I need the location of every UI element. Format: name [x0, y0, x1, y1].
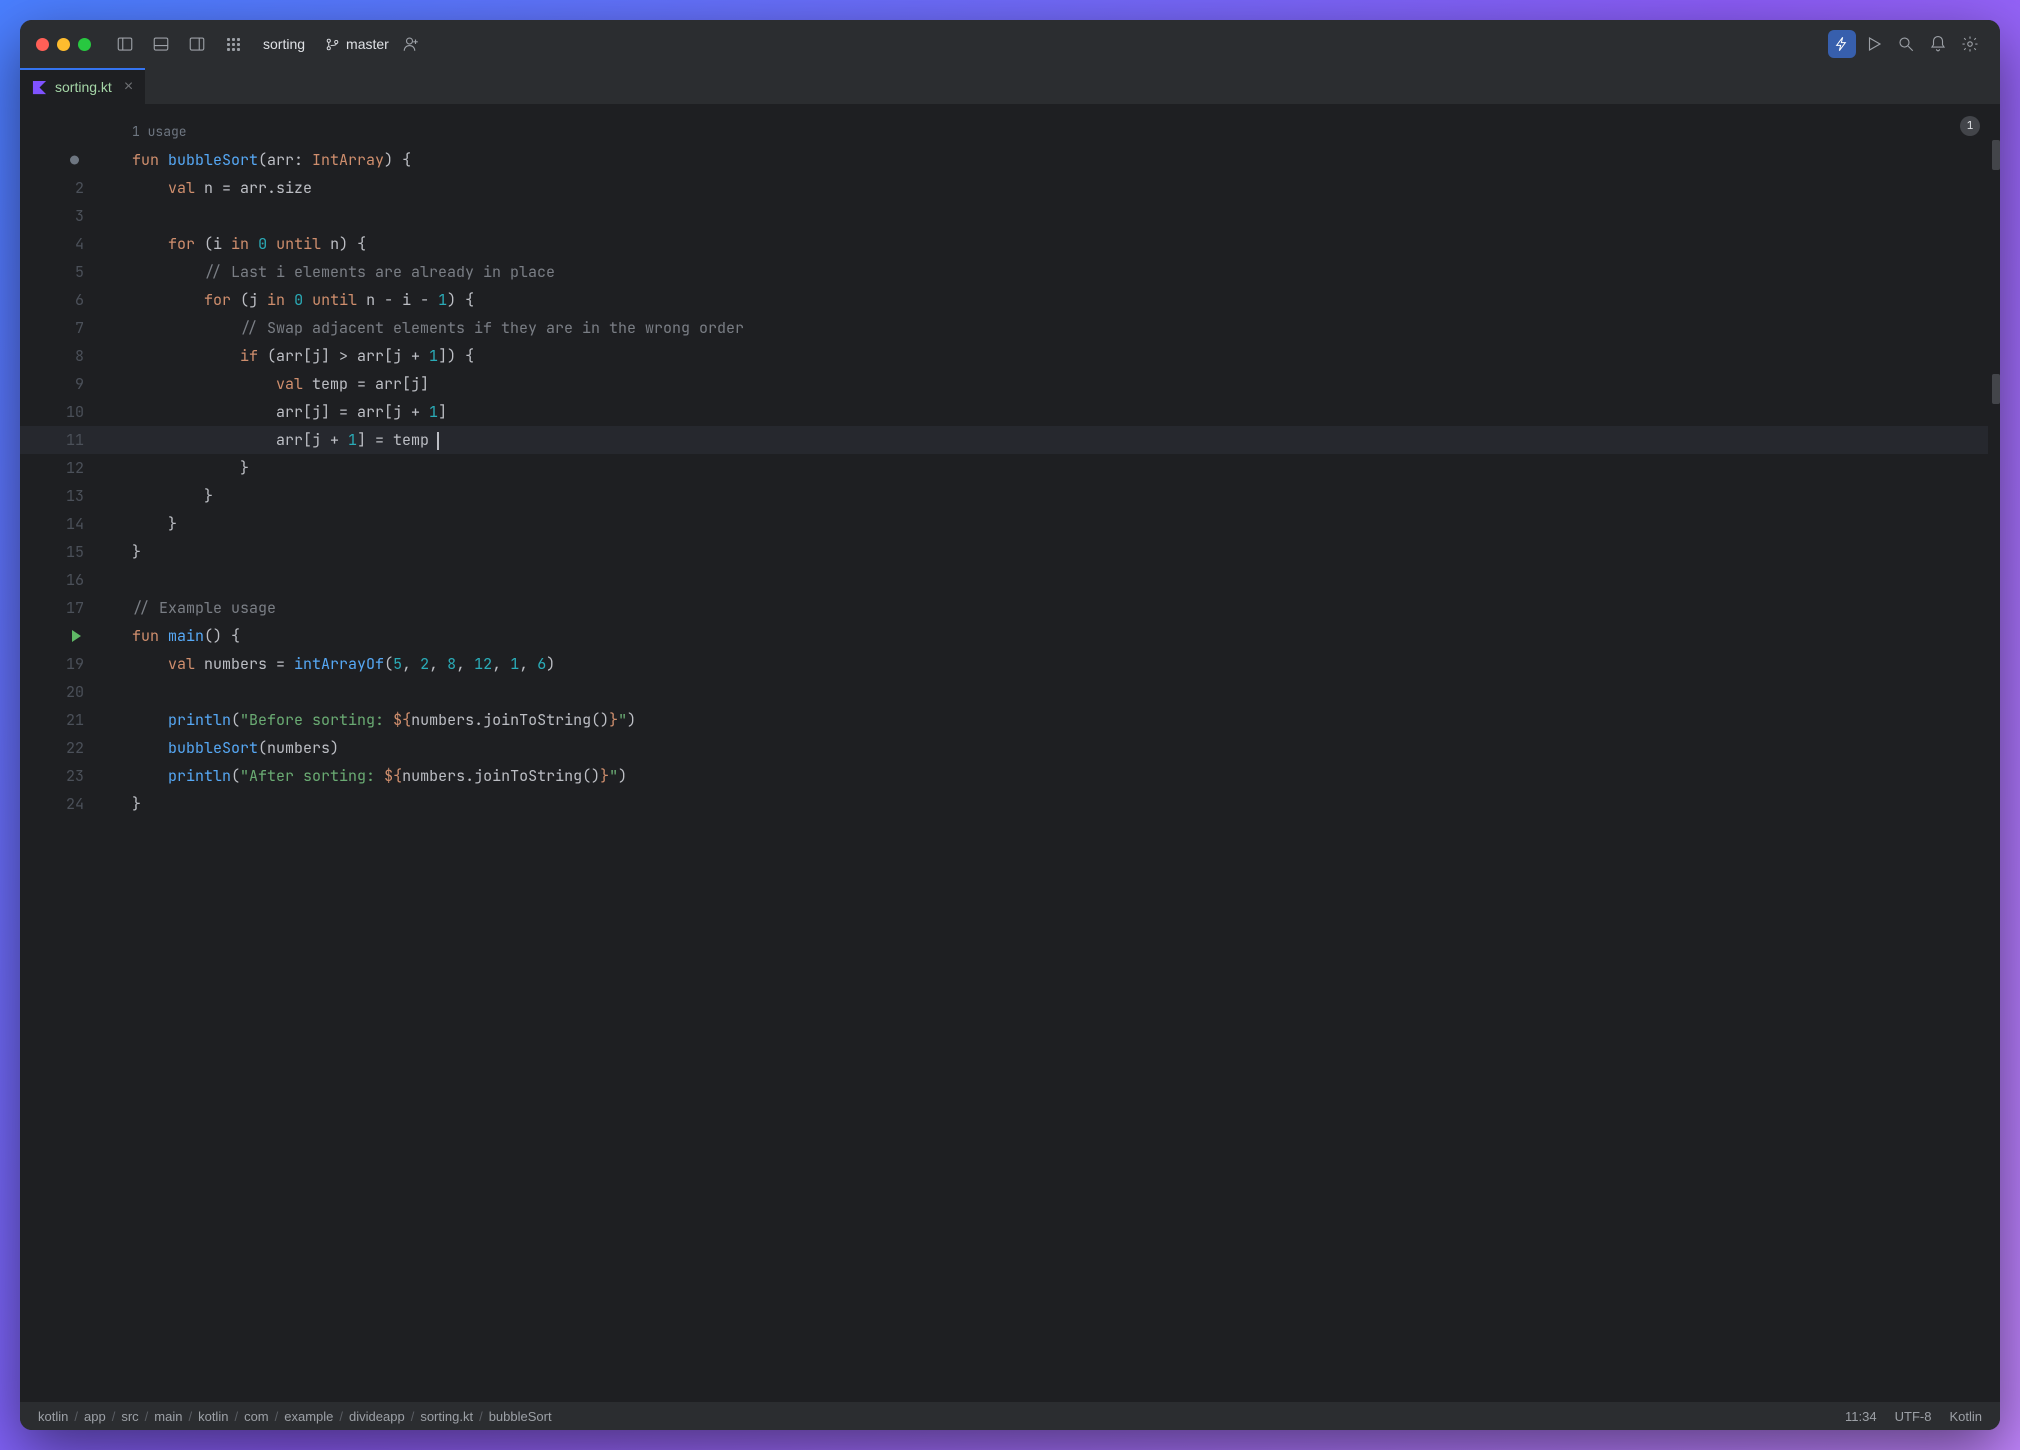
kotlin-file-icon: [32, 80, 47, 95]
sidebar-right-icon[interactable]: [183, 30, 211, 58]
close-tab-icon[interactable]: ×: [124, 78, 133, 96]
run-gutter-icon[interactable]: [72, 630, 81, 642]
branch-name: master: [346, 36, 389, 52]
window-controls: [36, 38, 91, 51]
maximize-window-button[interactable]: [78, 38, 91, 51]
vcs-branch[interactable]: master: [325, 36, 389, 52]
encoding[interactable]: UTF-8: [1895, 1409, 1932, 1424]
sidebar-left-icon[interactable]: [111, 30, 139, 58]
titlebar: sorting master: [20, 20, 2000, 68]
tab-filename: sorting.kt: [55, 79, 112, 95]
sidebar-bottom-icon[interactable]: [147, 30, 175, 58]
close-window-button[interactable]: [36, 38, 49, 51]
usages-hint[interactable]: 1 usage: [20, 104, 2000, 146]
ide-window: sorting master sorting.kt × 1 1 usage fu…: [20, 20, 2000, 1430]
minimap[interactable]: [1988, 104, 2000, 1402]
statusbar: kotlin/ app/ src/ main/ kotlin/ com/ exa…: [20, 1402, 2000, 1430]
code-editor[interactable]: 1 1 usage fun bubbleSort(arr: IntArray) …: [20, 104, 2000, 1402]
minimize-window-button[interactable]: [57, 38, 70, 51]
search-icon[interactable]: [1892, 30, 1920, 58]
problems-badge[interactable]: 1: [1960, 116, 1980, 136]
add-user-icon[interactable]: [397, 30, 425, 58]
menu-grid-icon[interactable]: [219, 30, 247, 58]
run-icon[interactable]: [1860, 30, 1888, 58]
ai-assistant-icon[interactable]: [1828, 30, 1856, 58]
cursor-position[interactable]: 11:34: [1845, 1409, 1877, 1424]
text-cursor: [437, 432, 439, 450]
notifications-icon[interactable]: [1924, 30, 1952, 58]
language[interactable]: Kotlin: [1949, 1409, 1982, 1424]
breadcrumb[interactable]: kotlin/ app/ src/ main/ kotlin/ com/ exa…: [38, 1409, 552, 1424]
editor-tabs: sorting.kt ×: [20, 68, 2000, 104]
branch-icon: [325, 37, 340, 52]
settings-icon[interactable]: [1956, 30, 1984, 58]
file-tab[interactable]: sorting.kt ×: [20, 68, 145, 104]
project-name[interactable]: sorting: [263, 36, 305, 52]
breakpoint-gutter[interactable]: [70, 156, 79, 165]
